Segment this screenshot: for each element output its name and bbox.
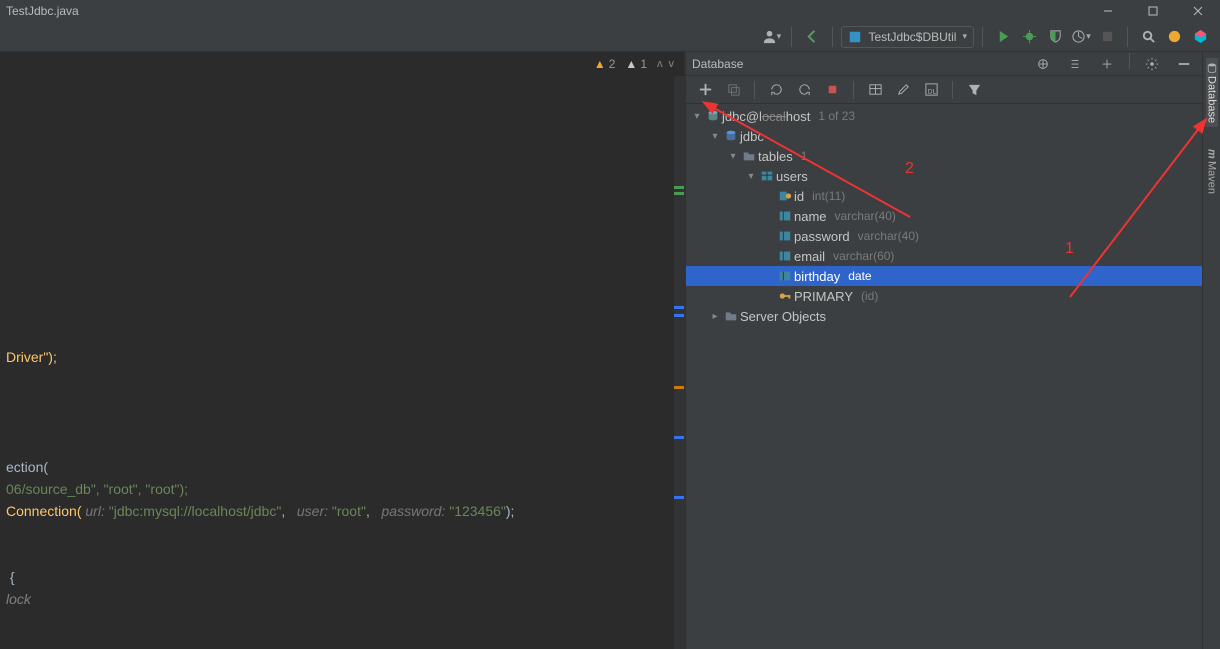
tree-node-meta: varchar(60) <box>833 249 894 263</box>
tree-node-label: PRIMARY <box>794 289 853 304</box>
title-bar: TestJdbc.java <box>0 0 1220 22</box>
maximize-button[interactable] <box>1130 0 1175 22</box>
prev-highlight-icon[interactable]: ʌ <box>657 58 663 70</box>
database-tree[interactable]: ▾jdbc@localhost1 of 23▾jdbc▾tables1▾user… <box>686 104 1202 649</box>
side-tab-database[interactable]: Database <box>1206 58 1218 127</box>
col-icon <box>776 269 794 283</box>
db-node-id[interactable]: id int(11) <box>686 186 1202 206</box>
db-node-name[interactable]: name varchar(40) <box>686 206 1202 226</box>
db-node-birthday[interactable]: birthday date <box>686 266 1202 286</box>
db-node-users[interactable]: ▾ users <box>686 166 1202 186</box>
col-icon <box>776 249 794 263</box>
minimize-button[interactable] <box>1085 0 1130 22</box>
stop-icon[interactable] <box>1095 26 1119 48</box>
database-panel: Database DL ▾jdbc@localhost1 <box>685 52 1202 649</box>
run-config-label: TestJdbc$DBUtil <box>868 30 956 44</box>
inspection-warning-a[interactable]: ▲2 <box>594 57 616 71</box>
run-icon[interactable] <box>991 26 1015 48</box>
db-add-icon[interactable] <box>692 79 718 101</box>
db-stop-icon[interactable] <box>819 79 845 101</box>
datasource-icon <box>704 109 722 123</box>
db-node-tables[interactable]: ▾ tables 1 <box>686 146 1202 166</box>
tree-node-label: birthday <box>794 269 840 284</box>
tree-node-label: email <box>794 249 825 264</box>
schema-icon <box>722 129 740 143</box>
editor-area[interactable]: ▲2 ▲1 ʌ v Driver"); ection( 06/source_db… <box>0 52 685 649</box>
editor-inspection-bar: ▲2 ▲1 ʌ v <box>594 52 674 76</box>
tree-node-meta: varchar(40) <box>858 229 919 243</box>
db-settings-icon[interactable] <box>1140 53 1164 75</box>
inspection-warning-b[interactable]: ▲1 <box>625 57 647 71</box>
db-node-server-objects[interactable]: ▸ Server Objects <box>686 306 1202 326</box>
key-icon <box>776 289 794 303</box>
tree-node-meta: (id) <box>861 289 878 303</box>
profile-icon[interactable]: ▾ <box>1069 26 1093 48</box>
file-tab-label: TestJdbc.java <box>6 4 79 18</box>
db-node-email[interactable]: email varchar(60) <box>686 246 1202 266</box>
db-filter-icon[interactable] <box>961 79 987 101</box>
database-panel-title: Database <box>692 57 1031 71</box>
tree-node-meta: varchar(40) <box>835 209 896 223</box>
search-icon[interactable] <box>1136 26 1160 48</box>
tree-node-label: id <box>794 189 804 204</box>
tree-toggle-icon[interactable]: ▾ <box>726 151 740 162</box>
back-arrow-icon[interactable] <box>800 26 824 48</box>
side-tab-maven[interactable]: m Maven <box>1206 145 1218 198</box>
tree-node-label: Server Objects <box>740 309 826 324</box>
db-node-password[interactable]: password varchar(40) <box>686 226 1202 246</box>
db-ddl-icon[interactable]: DL <box>918 79 944 101</box>
col-icon <box>776 209 794 223</box>
main-toolbar: ▾ TestJdbc$DBUtil ▾ ▾ <box>0 22 1220 52</box>
tree-node-meta: int(11) <box>812 189 845 203</box>
db-table-view-icon[interactable] <box>862 79 888 101</box>
tree-node-label: password <box>794 229 850 244</box>
db-node-jdbc-localhost[interactable]: ▾ jdbc@localhost 1 of 23 <box>686 106 1202 126</box>
code-content: Driver"); ection( 06/source_db", "root",… <box>0 82 684 649</box>
db-edit-icon[interactable] <box>890 79 916 101</box>
tree-node-label: jdbc@localhost <box>722 109 810 124</box>
debug-icon[interactable] <box>1017 26 1041 48</box>
tree-node-meta: 1 <box>801 149 808 163</box>
pk-col-icon <box>776 189 794 203</box>
folder-icon <box>740 149 758 163</box>
run-config-selector[interactable]: TestJdbc$DBUtil ▾ <box>841 26 974 48</box>
tree-node-label: jdbc <box>740 129 764 144</box>
tree-node-label: name <box>794 209 827 224</box>
close-button[interactable] <box>1175 0 1220 22</box>
db-rollback-icon[interactable] <box>791 79 817 101</box>
db-duplicate-icon[interactable] <box>720 79 746 101</box>
db-refresh-icon[interactable] <box>763 79 789 101</box>
db-assign-datasource-icon[interactable] <box>1031 53 1055 75</box>
tree-node-meta: 1 of 23 <box>818 109 855 123</box>
coverage-icon[interactable] <box>1043 26 1067 48</box>
ide-update-icon[interactable] <box>1162 26 1186 48</box>
db-node-jdbc[interactable]: ▾ jdbc <box>686 126 1202 146</box>
db-collapse-icon[interactable] <box>1063 53 1087 75</box>
db-node-primary[interactable]: PRIMARY (id) <box>686 286 1202 306</box>
folder-icon <box>722 309 740 323</box>
svg-text:DL: DL <box>927 88 936 95</box>
tree-toggle-icon[interactable]: ▸ <box>708 311 722 322</box>
window-controls <box>1085 0 1220 22</box>
col-icon <box>776 229 794 243</box>
db-hide-icon[interactable] <box>1172 53 1196 75</box>
right-tool-strip: Database m Maven <box>1202 52 1220 649</box>
tree-node-label: tables <box>758 149 793 164</box>
next-highlight-icon[interactable]: v <box>669 58 675 70</box>
tree-node-label: users <box>776 169 808 184</box>
overview-ruler[interactable] <box>674 76 684 649</box>
table-icon <box>758 169 776 183</box>
toolbox-icon[interactable] <box>1188 26 1212 48</box>
db-expand-icon[interactable] <box>1095 53 1119 75</box>
tree-toggle-icon[interactable]: ▾ <box>690 111 704 122</box>
tree-toggle-icon[interactable]: ▾ <box>708 131 722 142</box>
tree-node-meta: date <box>848 269 871 283</box>
user-icon[interactable]: ▾ <box>759 26 783 48</box>
tree-toggle-icon[interactable]: ▾ <box>744 171 758 182</box>
